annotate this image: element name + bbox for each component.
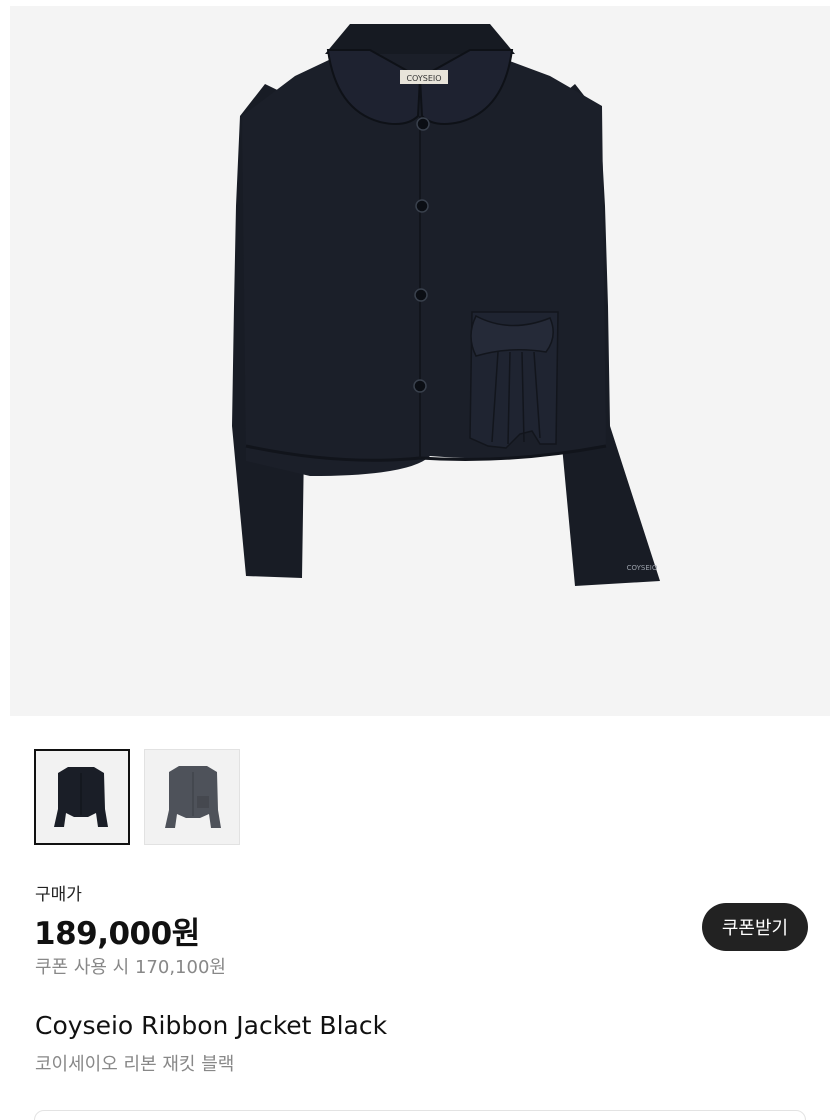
sleeve-label-text: COYSEIO <box>627 564 658 572</box>
product-main-image: COYSEIO COYSEIO <box>10 6 830 716</box>
price-label: 구매가 <box>35 885 82 905</box>
next-section-card <box>34 1110 806 1120</box>
thumbnail-list <box>34 749 240 845</box>
coupon-price-note: 쿠폰 사용 시 170,100원 <box>35 957 226 978</box>
thumbnail-gray[interactable] <box>144 749 240 845</box>
get-coupon-button[interactable]: 쿠폰받기 <box>702 903 808 951</box>
product-name-korean: 코이세이오 리본 재킷 블랙 <box>35 1054 235 1075</box>
price-amount: 189,000원 <box>34 916 200 952</box>
neck-label-text: COYSEIO <box>406 74 441 83</box>
thumbnail-black[interactable] <box>34 749 130 845</box>
product-name: Coyseio Ribbon Jacket Black <box>35 1011 388 1040</box>
jacket-illustration: COYSEIO COYSEIO <box>232 24 660 586</box>
